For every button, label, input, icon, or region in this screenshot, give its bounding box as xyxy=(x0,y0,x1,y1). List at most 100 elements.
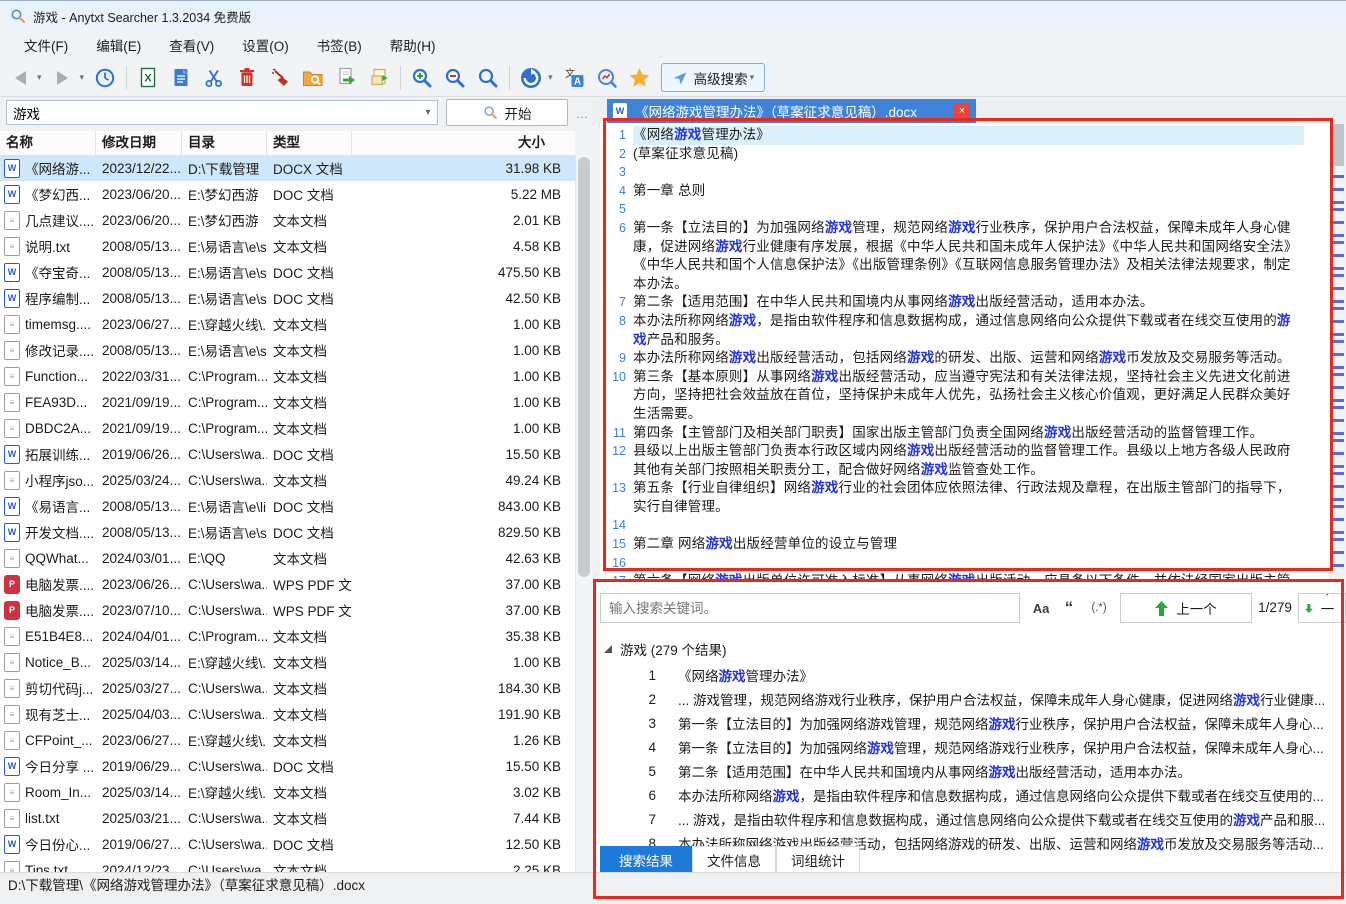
table-row[interactable]: ≡timemsg....2023/06/27...E:\穿越火线\...文本文档… xyxy=(0,311,575,337)
table-row[interactable]: W程序编制...2008/05/13...E:\易语言\e\s...DOC 文档… xyxy=(0,285,575,311)
table-row[interactable]: ≡DBDC2A...2021/09/19...C:\Program...文本文档… xyxy=(0,415,575,441)
table-row[interactable]: ≡CFPoint_...2023/06/27...E:\穿越火线\...文本文档… xyxy=(0,727,575,753)
refresh-dropdown[interactable]: ▾ xyxy=(548,72,553,83)
tab-file-info[interactable]: 文件信息 xyxy=(692,846,776,873)
table-row[interactable]: ≡小程序jso...2025/03/24...C:\Users\wa...文本文… xyxy=(0,467,575,493)
file-date-cell: 2023/06/20... xyxy=(96,213,182,228)
back-dropdown[interactable]: ▾ xyxy=(37,72,42,83)
expand-triangle-icon[interactable] xyxy=(604,645,612,653)
table-row[interactable]: W《夺宝奇...2008/05/13...E:\易语言\e\s...DOC 文档… xyxy=(0,259,575,285)
back-button[interactable] xyxy=(8,65,32,91)
import-doc-button[interactable] xyxy=(367,65,391,91)
menu-item[interactable]: 编辑(E) xyxy=(82,31,155,59)
translate-button[interactable]: 文A xyxy=(562,65,586,91)
favorites-button[interactable] xyxy=(628,65,652,91)
scrollbar-thumb[interactable] xyxy=(578,157,590,577)
table-row[interactable]: ≡Tips.txt2024/12/23...C:\Users\wa...文本文档… xyxy=(0,857,575,872)
open-folder-button[interactable] xyxy=(301,65,325,91)
table-row[interactable]: ≡说明.txt2008/05/13...E:\易语言\e\s...文本文档4.5… xyxy=(0,233,575,259)
close-tab-icon[interactable]: × xyxy=(954,104,970,119)
history-icon xyxy=(94,67,116,89)
menu-item[interactable]: 帮助(H) xyxy=(376,31,450,59)
previous-match-button[interactable]: 上一个 xyxy=(1120,593,1252,623)
delete-button[interactable] xyxy=(235,65,259,91)
clean-button[interactable] xyxy=(268,65,292,91)
zoom-in-button[interactable] xyxy=(410,65,434,91)
table-row[interactable]: W《梦幻西...2023/06/20...E:\梦幻西游DOC 文档5.22 M… xyxy=(0,181,575,207)
zoom-out-button[interactable] xyxy=(443,65,467,91)
table-row[interactable]: W今日份心...2019/06/27...C:\Users\wa...DOC 文… xyxy=(0,831,575,857)
result-number: 3 xyxy=(600,716,678,731)
table-row[interactable]: ≡Function...2022/03/31...C:\Program...文本… xyxy=(0,363,575,389)
match-mark xyxy=(1333,353,1344,356)
table-row[interactable]: W今日分享 ...2019/06/29...C:\Users\wa...DOC … xyxy=(0,753,575,779)
cut-button[interactable] xyxy=(202,65,226,91)
preview-tab[interactable]: W 《网络游戏管理办法》（草案征求意见稿）.docx × xyxy=(607,99,976,123)
search-input[interactable] xyxy=(7,104,419,121)
preview-scrollbar[interactable] xyxy=(1330,123,1346,585)
refresh-button[interactable] xyxy=(519,65,543,91)
more-options-button[interactable]: … xyxy=(572,101,592,125)
line-number: 13 xyxy=(600,479,633,516)
result-row[interactable]: 4第一条【立法目的】为加强网络游戏管理，规范网络游戏行业秩序，保护用户合法权益，… xyxy=(600,735,1336,759)
preview-scrollbar-thumb[interactable] xyxy=(1333,124,1344,166)
table-row[interactable]: P电脑发票....2023/07/10...C:\Users\wa...WPS … xyxy=(0,597,575,623)
forward-button[interactable] xyxy=(51,65,75,91)
result-group-header[interactable]: 游戏 (279 个结果) xyxy=(604,639,727,659)
column-header-date[interactable]: 修改日期 xyxy=(96,131,182,155)
table-row[interactable]: ≡Notice_B...2025/03/14...E:\穿越火线\...文本文档… xyxy=(0,649,575,675)
file-name: QQWhat... xyxy=(25,551,89,566)
next-match-button[interactable]: 下一个 xyxy=(1298,593,1346,623)
result-row[interactable]: 3第一条【立法目的】为加强网络游戏管理，规范网络游戏行业秩序，保护用户合法权益，… xyxy=(600,711,1336,735)
export-doc-button[interactable] xyxy=(334,65,358,91)
column-header-size[interactable]: 大小 xyxy=(352,131,575,155)
table-row[interactable]: ≡E51B4E8...2024/04/01...C:\Program...文本文… xyxy=(0,623,575,649)
table-row[interactable]: P电脑发票....2023/06/26...C:\Users\wa...WPS … xyxy=(0,571,575,597)
table-row[interactable]: ≡剪切代码j...2025/03/27...C:\Users\wa...文本文档… xyxy=(0,675,575,701)
file-size-cell: 37.00 KB xyxy=(352,603,575,618)
table-row[interactable]: W《网络游...2023/12/22...D:\下载管理DOCX 文档31.98… xyxy=(0,155,575,181)
search-history-dropdown-icon[interactable]: ▾ xyxy=(419,107,437,118)
start-search-button[interactable]: 开始 xyxy=(446,99,568,126)
table-row[interactable]: ≡FEA93D...2021/09/19...C:\Program...文本文档… xyxy=(0,389,575,415)
search-view-button[interactable] xyxy=(476,65,500,91)
copy-document-button[interactable] xyxy=(169,65,193,91)
menu-item[interactable]: 设置(O) xyxy=(228,31,303,59)
file-list-scrollbar[interactable] xyxy=(575,155,593,872)
advanced-search-button[interactable]: 高级搜索 ▾ xyxy=(661,63,766,92)
advanced-search-icon xyxy=(672,70,688,86)
result-row[interactable]: 7... 游戏，是指由软件程序和信息数据构成，通过信息网络向公众提供下载或者在线… xyxy=(600,807,1336,831)
table-row[interactable]: ≡修改记录....2008/05/13...E:\易语言\e\s...文本文档1… xyxy=(0,337,575,363)
result-row[interactable]: 1《网络游戏管理办法》 xyxy=(600,663,1336,687)
column-header-dir[interactable]: 目录 xyxy=(182,131,267,155)
index-stats-button[interactable] xyxy=(595,65,619,91)
result-row[interactable]: 2... 游戏管理，规范网络游戏行业秩序，保护用户合法权益，保障未成年人身心健康… xyxy=(600,687,1336,711)
match-mark xyxy=(1333,386,1344,389)
forward-dropdown[interactable]: ▾ xyxy=(80,72,85,83)
table-row[interactable]: ≡现有芝士...2025/04/03...C:\Users\wa...文本文档1… xyxy=(0,701,575,727)
tab-search-results[interactable]: 搜索结果 xyxy=(600,846,692,873)
table-row[interactable]: W拓展训练...2019/06/26...C:\Users\wa...DOC 文… xyxy=(0,441,575,467)
column-header-type[interactable]: 类型 xyxy=(267,131,352,155)
find-keyword-input[interactable] xyxy=(600,593,1020,623)
file-size-cell: 1.26 KB xyxy=(352,733,575,748)
regex-button[interactable]: (.*) xyxy=(1084,597,1114,619)
table-row[interactable]: W开发文档....2008/05/13...E:\易语言\e\s...DOC 文… xyxy=(0,519,575,545)
highlighted-term: 游戏 xyxy=(989,765,1016,780)
match-case-button[interactable]: Aa xyxy=(1028,597,1054,619)
export-excel-button[interactable]: X xyxy=(136,65,160,91)
history-button[interactable] xyxy=(93,65,117,91)
column-header-name[interactable]: 名称 xyxy=(0,131,96,155)
table-row[interactable]: ≡QQWhat...2024/03/01...E:\QQ文本文档42.63 KB xyxy=(0,545,575,571)
menu-item[interactable]: 书签(B) xyxy=(303,31,376,59)
match-phrase-button[interactable]: “ xyxy=(1058,597,1080,619)
result-row[interactable]: 6本办法所称网络游戏，是指由软件程序和信息数据构成，通过信息网络向公众提供下载或… xyxy=(600,783,1336,807)
menu-item[interactable]: 查看(V) xyxy=(155,31,228,59)
result-row[interactable]: 5第二条【适用范围】在中华人民共和国境内从事网络游戏出版经营活动，适用本办法。 xyxy=(600,759,1336,783)
table-row[interactable]: W《易语言...2008/05/13...E:\易语言\e\li...DOC 文… xyxy=(0,493,575,519)
table-row[interactable]: ≡几点建议....2023/06/20...E:\梦幻西游文本文档2.01 KB xyxy=(0,207,575,233)
menu-item[interactable]: 文件(F) xyxy=(10,31,82,59)
table-row[interactable]: ≡Room_In...2025/03/14...E:\穿越火线\...文本文档3… xyxy=(0,779,575,805)
tab-word-stats[interactable]: 词组统计 xyxy=(776,846,860,873)
table-row[interactable]: ≡list.txt2025/03/21...C:\Users\wa...文本文档… xyxy=(0,805,575,831)
